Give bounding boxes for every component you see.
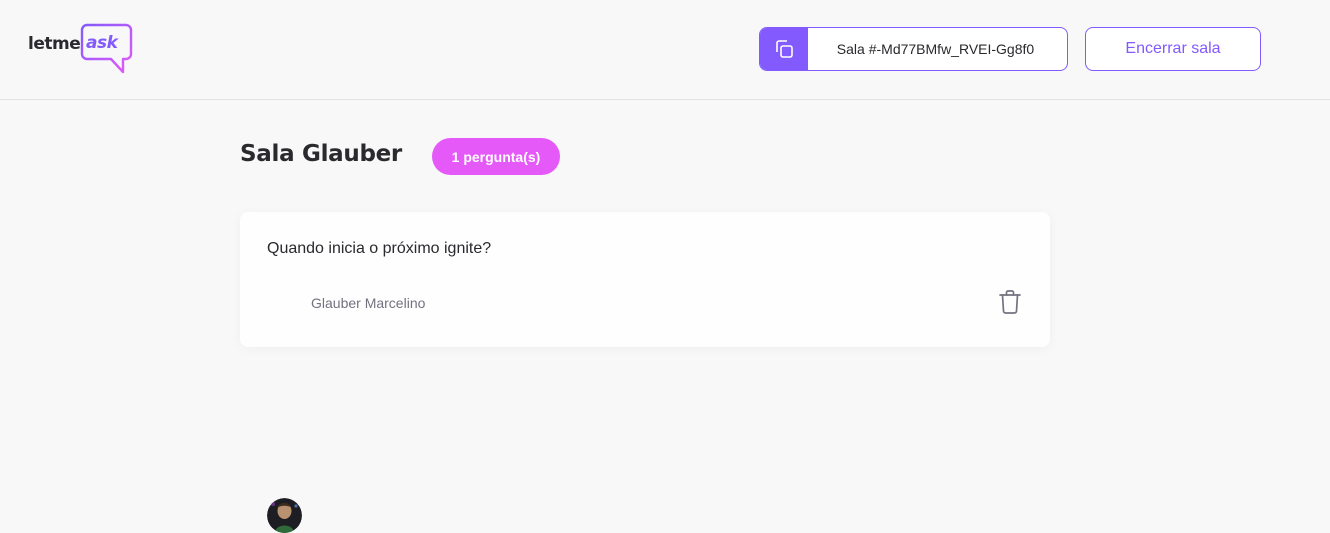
question-count-badge: 1 pergunta(s): [432, 138, 560, 175]
author-avatar: [267, 498, 302, 533]
delete-question-button[interactable]: [996, 288, 1024, 316]
room-title: Sala Glauber: [240, 141, 402, 167]
copy-icon: [776, 40, 793, 58]
trash-icon: [999, 290, 1021, 314]
author-name: Glauber Marcelino: [311, 295, 426, 311]
logo-text-ask: ask: [86, 33, 118, 53]
room-code-text: Sala #-Md77BMfw_RVEI-Gg8f0: [836, 41, 1035, 57]
question-card: Quando inicia o próximo ignite? Glauber …: [240, 212, 1050, 533]
copy-button-icon-box[interactable]: [760, 28, 808, 70]
question-content: Quando inicia o próximo ignite?: [267, 240, 492, 257]
letmeask-logo[interactable]: letme ask: [28, 22, 138, 76]
logo-text-letme: letme: [28, 34, 81, 54]
copy-room-code-button[interactable]: Sala #-Md77BMfw_RVEI-Gg8f0: [759, 27, 1068, 71]
end-room-button[interactable]: Encerrar sala: [1085, 27, 1261, 71]
page-header: letme ask Sala #-Md77BMfw_RVEI-Gg8f0 Enc…: [0, 0, 1330, 100]
